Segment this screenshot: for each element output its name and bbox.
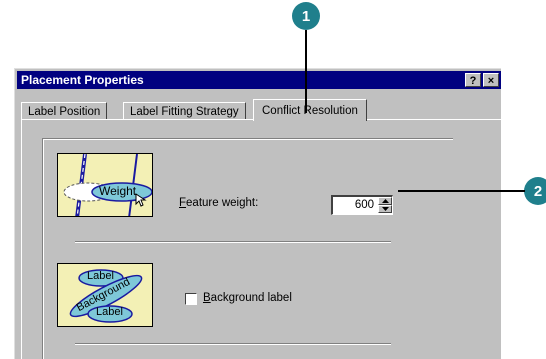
close-button[interactable]: × [483, 73, 499, 87]
feature-weight-accel: F [179, 197, 187, 209]
preview-label-top: Label [87, 270, 114, 282]
preview-label-bottom: Label [96, 306, 123, 318]
window-title: Placement Properties [21, 73, 144, 87]
help-button[interactable]: ? [465, 73, 481, 87]
feature-weight-preview: Weight [57, 153, 153, 217]
spin-down-button[interactable] [378, 205, 392, 213]
conflict-resolution-panel: Weight Feature weight: 600 Label Backgro… [21, 119, 501, 359]
tab-label: Conflict Resolution [262, 104, 358, 117]
background-label-text[interactable]: Background label [203, 292, 292, 304]
spin-up-button[interactable] [378, 197, 392, 205]
options-group: Weight Feature weight: 600 Label Backgro… [42, 138, 453, 359]
separator [75, 343, 391, 345]
callout-1-line [305, 30, 307, 113]
background-label-accel: B [203, 292, 211, 304]
separator [75, 241, 391, 243]
tab-label: Label Fitting Strategy [130, 105, 239, 118]
callout-2-line [398, 190, 525, 192]
tab-conflict-resolution[interactable]: Conflict Resolution [253, 99, 367, 121]
feature-weight-label: Feature weight: [179, 197, 258, 209]
feature-weight-label-text: eature weight: [186, 197, 259, 209]
weight-preview-text: Weight [99, 184, 137, 198]
callout-2-badge: 2 [524, 177, 546, 205]
title-bar: Placement Properties ? × [17, 71, 501, 89]
callout-1-badge: 1 [292, 2, 320, 30]
tab-label: Label Position [28, 105, 101, 118]
feature-weight-spinner[interactable]: 600 [331, 195, 393, 215]
placement-properties-dialog: Placement Properties ? × Label Position … [14, 68, 501, 359]
tab-label-fitting-strategy[interactable]: Label Fitting Strategy [123, 102, 246, 120]
background-label-checkbox[interactable] [185, 293, 197, 305]
feature-weight-value[interactable]: 600 [333, 197, 376, 214]
background-label-rest: ackground label [210, 292, 292, 304]
tab-label-position[interactable]: Label Position [21, 102, 108, 120]
background-label-preview: Label Background Label [57, 263, 153, 327]
